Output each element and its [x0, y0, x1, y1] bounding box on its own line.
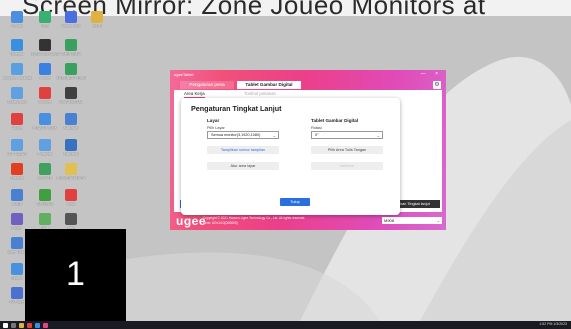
search-icon[interactable] [11, 322, 16, 328]
app-icon [39, 189, 51, 201]
app-icon [65, 39, 77, 51]
chevron-down-icon: ⌄ [376, 133, 380, 138]
desktop-icon-label: Arsip [66, 202, 76, 206]
desktop-icon-label: PC Ian [11, 24, 23, 28]
start-icon[interactable] [3, 322, 8, 328]
app-icon [39, 63, 51, 75]
tab-digital-tablet[interactable]: Tablet Gambar Digital [237, 81, 301, 89]
chrome-icon[interactable] [27, 322, 32, 328]
desktop-icon-label: Adobe [11, 126, 23, 130]
app-icon [11, 139, 23, 151]
device-select[interactable]: M908 ⌄ [382, 217, 442, 224]
close-button[interactable]: Tutup [280, 198, 310, 206]
app-icon [39, 213, 51, 225]
version-text: Versi: UGv14.0(D00000) [203, 221, 238, 225]
app-icon [39, 11, 51, 23]
rotation-label: Rotasi [311, 126, 322, 130]
screen-dropdown-value: Semua monitor(3,1920,1080) [211, 133, 261, 137]
app-icon [39, 139, 51, 151]
app-icon [39, 163, 51, 175]
system-tray-clock: 1:52 PM 1/3/2023 [539, 322, 567, 326]
rotation-dropdown-value: 0° [315, 133, 319, 137]
desktop-icon-label: ICT TUGAS [7, 152, 27, 156]
rotation-dropdown[interactable]: 0° ⌄ [311, 131, 383, 139]
app-icon [65, 87, 77, 99]
desktop-icon[interactable]: Folder Baru [2, 86, 32, 114]
calibration-button[interactable]: Kalibrasi [311, 162, 383, 170]
subtab-shortcut-buttons[interactable]: Tombol pintasan [244, 91, 276, 96]
desktop-icon[interactable]: ImHR [82, 10, 112, 38]
app-icon [39, 113, 51, 125]
app-icon [39, 87, 51, 99]
screen-select-label: Pilih Layar [207, 126, 225, 130]
app-icon [11, 237, 23, 249]
advanced-settings-dialog: Pengaturan Tingkat Lanjut Layar Tablet G… [181, 98, 400, 215]
desktop-icon-label: ALAT DIGITAL [59, 100, 83, 104]
app-icon [11, 63, 23, 75]
desktop-icon-label: Folder Baru [7, 100, 27, 104]
app-icon [65, 139, 77, 151]
app-icon [11, 163, 23, 175]
desktop-icon[interactable]: PROGRAM DATA [56, 162, 86, 190]
select-writing-area-button[interactable]: Pilih Area Tulis Tangan [311, 146, 383, 154]
app-icon [65, 189, 77, 201]
tablet-section-title: Tablet Gambar Digital [311, 118, 359, 123]
app-icon [65, 63, 77, 75]
app-icon [11, 11, 23, 23]
desktop-icon-label: Firewall [10, 176, 24, 180]
screen-section-title: Layar [207, 118, 220, 123]
app-icon [11, 189, 23, 201]
app-icon [65, 213, 77, 225]
app-icon [11, 87, 23, 99]
desktop-icon-label: SMKN SIMA [60, 52, 82, 56]
app-icon [39, 39, 51, 51]
desktop-icon[interactable]: PC Ian [2, 10, 32, 38]
desktop-icon[interactable]: Microsoft [56, 112, 86, 140]
screen-dropdown[interactable]: Semua monitor(3,1920,1080) ⌄ [207, 131, 279, 139]
dialog-title: Pengaturan Tingkat Lanjut [191, 104, 282, 113]
copyright-text: Copyright © 2021 Hanvon Ugee Technology … [203, 216, 306, 220]
app-icon [65, 113, 77, 125]
set-screen-area-button[interactable]: Atur area layar [207, 162, 279, 170]
ugee-logo: ugee [176, 214, 207, 228]
app-icon [11, 113, 23, 125]
settings-gear-icon[interactable]: ⚙ [433, 81, 441, 89]
desktop-icon-label: Komputer Jaringan [2, 76, 32, 80]
desktop-icon-label: Microsoft [63, 152, 79, 156]
desktop-icon-label: UGEE [11, 202, 23, 206]
desktop-icon-label: Microsoft [63, 126, 79, 130]
display-number-overlay: 1 [25, 229, 126, 321]
tab-pen-settings[interactable]: Pengaturan pena [180, 81, 234, 89]
app-icon [11, 213, 23, 225]
window-title: ugeeTablet [174, 72, 194, 77]
desktop-icon[interactable]: Firewall [2, 162, 32, 190]
device-select-value: M908 [384, 218, 395, 223]
app-icon [11, 39, 23, 51]
file-explorer-icon[interactable] [19, 322, 24, 328]
desktop-icon-label: PROGRAM DATA [56, 176, 86, 180]
desktop-icon[interactable]: ALAT DIGITAL [56, 86, 86, 114]
window-controls[interactable]: — × [421, 71, 442, 77]
display-number: 1 [66, 255, 85, 293]
subtab-work-area[interactable]: Area Kerja [184, 91, 205, 98]
chevron-down-icon: ⌄ [436, 218, 440, 223]
app-icon [11, 287, 23, 299]
desktop-icon-label: ImHR [92, 24, 102, 28]
app-icon [11, 263, 23, 275]
desktop-icon-label: Notepad [10, 52, 24, 56]
app-icon [65, 163, 77, 175]
chevron-down-icon: ⌄ [272, 133, 276, 138]
app-icon [65, 11, 77, 23]
desktop-icon[interactable]: Adobe [2, 112, 32, 140]
edge-icon[interactable] [35, 322, 40, 328]
desktop-icon-label: INTERNET PRIBADI [56, 76, 86, 80]
ugee-taskbar-icon[interactable] [43, 322, 48, 328]
show-display-number-button[interactable]: Tampilkan nomor tampilan [207, 146, 279, 154]
taskbar: 1:52 PM 1/3/2023 [0, 321, 571, 329]
app-icon [91, 11, 103, 23]
